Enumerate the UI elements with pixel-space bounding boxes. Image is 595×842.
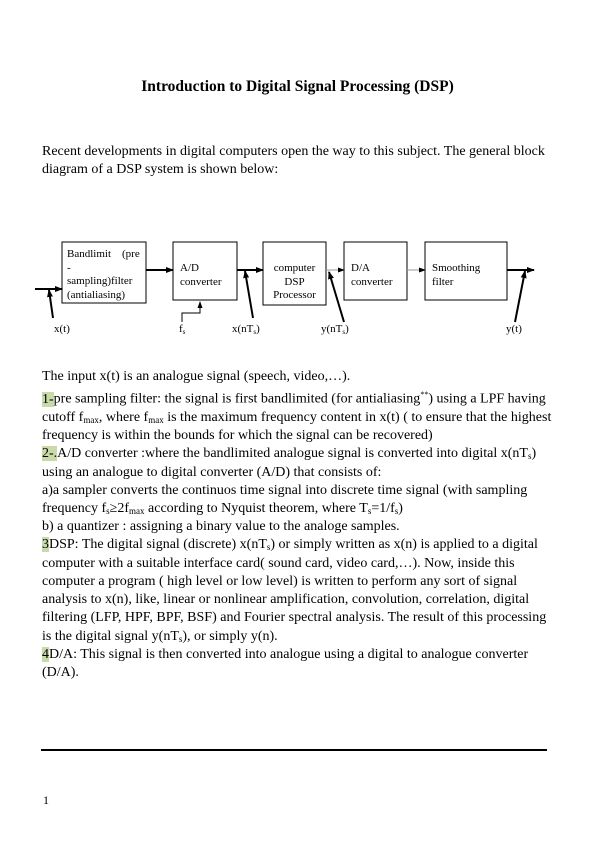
step-number: 2-. bbox=[42, 446, 58, 462]
text: =1/f bbox=[371, 501, 395, 517]
body-text: The input x(t) is an analogue signal (sp… bbox=[42, 368, 552, 682]
block-text-line: - bbox=[67, 261, 71, 274]
intro-paragraph: Recent developments in digital computers… bbox=[42, 144, 545, 178]
block-text-line: filter bbox=[432, 275, 454, 288]
block-text-line: sampling)filter bbox=[67, 275, 133, 287]
block-text-line: A/D bbox=[180, 262, 199, 274]
label-ynts: y(nTs) bbox=[321, 323, 349, 336]
pointer-xt bbox=[47, 289, 54, 319]
text: , where f bbox=[98, 410, 149, 426]
text: ≥2f bbox=[109, 501, 130, 517]
text: ) bbox=[398, 501, 403, 517]
subscript: max bbox=[83, 415, 99, 426]
text: DSP: The digital signal (discrete) x(nT bbox=[49, 537, 267, 553]
block-da-text: D/A converter bbox=[351, 262, 393, 289]
step-1-prefilter: 1-pre sampling filter: the signal is fir… bbox=[42, 386, 552, 445]
step-4-da: 4D/A: This signal is then converted into… bbox=[42, 646, 552, 682]
block-text-line: Smoothing bbox=[432, 262, 481, 274]
pointer-fs bbox=[181, 301, 203, 322]
label-yt: y(t) bbox=[506, 323, 522, 335]
block-text-line: converter bbox=[351, 275, 393, 288]
text: according to Nyquist theorem, where T bbox=[144, 501, 368, 517]
input-description: The input x(t) is an analogue signal (sp… bbox=[42, 369, 351, 384]
block-bandlimit-text: Bandlimit (pre - sampling)filter (antial… bbox=[67, 248, 147, 302]
block-text-line: DSP bbox=[284, 275, 305, 288]
step-2a-sampler: a)a sampler converts the continuos time … bbox=[42, 482, 552, 518]
block-dsp-text: computer DSP Processor bbox=[263, 262, 326, 303]
step-2-ad-converter: 2-.A/D converter :where the bandlimited … bbox=[42, 445, 552, 481]
text: ) or simply written as x(n) is applied t… bbox=[42, 537, 547, 644]
block-text-line: Bandlimit (pre bbox=[67, 248, 140, 260]
label-xt: x(t) bbox=[54, 323, 70, 335]
block-text-line: computer bbox=[273, 262, 316, 274]
pointer-yt bbox=[514, 270, 527, 323]
pointer-xnts bbox=[243, 270, 254, 319]
text: pre sampling filter: the signal is first… bbox=[53, 391, 421, 407]
step-number: 3 bbox=[42, 537, 49, 553]
subscript: max bbox=[148, 415, 164, 426]
step-number: 4 bbox=[42, 646, 49, 662]
label-xnts: x(nTs) bbox=[232, 323, 260, 336]
page-title: Introduction to Digital Signal Processin… bbox=[141, 78, 454, 95]
text: A/D converter :where the bandlimited ana… bbox=[57, 446, 528, 462]
block-text-line: converter bbox=[180, 275, 222, 288]
page-number: 1 bbox=[43, 793, 49, 807]
block-text-line: Processor bbox=[273, 289, 316, 301]
step-2b-quantizer: b) a quantizer : assigning a binary valu… bbox=[42, 519, 400, 535]
pointer-ynts bbox=[328, 271, 345, 323]
label-fs: fs bbox=[179, 323, 186, 336]
step-3-dsp: 3DSP: The digital signal (discrete) x(nT… bbox=[42, 536, 552, 645]
block-text-line: (antialiasing) bbox=[67, 288, 126, 301]
text: D/A: This signal is then converted into … bbox=[42, 646, 529, 680]
block-smoothing-text: Smoothing filter bbox=[432, 262, 480, 289]
subscript: max bbox=[129, 506, 145, 517]
block-text-line: D/A bbox=[351, 262, 370, 274]
footer-rule bbox=[41, 749, 547, 751]
block-ad-text: A/D converter bbox=[180, 262, 222, 289]
text: ), or simply y(n). bbox=[182, 628, 278, 644]
step-number: 1- bbox=[42, 391, 54, 407]
